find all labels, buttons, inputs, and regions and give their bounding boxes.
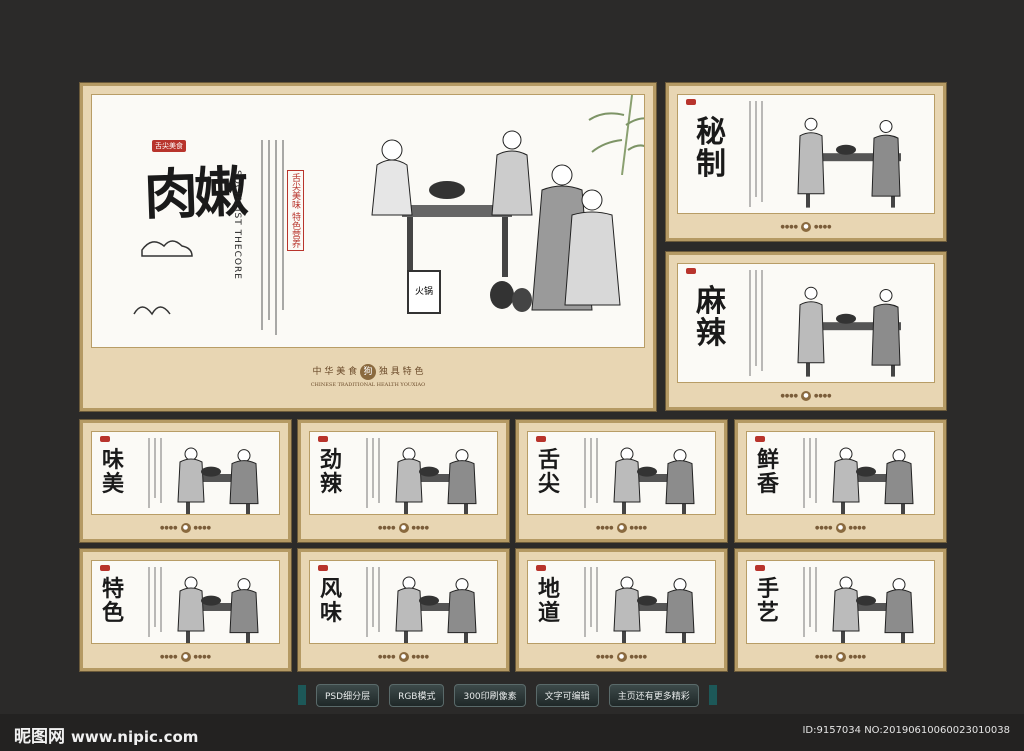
thumb-tag	[755, 565, 766, 571]
thumb-footer: ●●●● ● ●●●●	[160, 523, 211, 533]
toolbar-right-cap	[708, 685, 717, 705]
image-id: ID:9157034 NO:20190610060023010038	[802, 725, 1010, 736]
poster-thumb-canvas: 劲辣	[309, 431, 498, 515]
thumb-scene-illustration	[177, 576, 259, 643]
thumb-title: 特色	[102, 576, 125, 626]
thumb-seal: ●	[180, 652, 191, 662]
thumb-tag	[318, 565, 329, 571]
tag-label: 舌尖美食	[152, 140, 186, 152]
thumb-scene-illustration	[797, 286, 901, 377]
feature-psd-button[interactable]: PSD细分层	[316, 683, 380, 707]
poster-main: 舌尖美食 肉嫩 SOCIALIST THECORE 舌尖美味 特色营养 火锅 中…	[80, 83, 656, 411]
main-footer: 中 华 美 食 狗 独 具 特 色 CHINESE TRADITIONAL HE…	[83, 354, 653, 400]
poster-thumb: 特色 ●●●● ● ●●●●	[80, 549, 291, 671]
thumb-footer: ●●●● ● ●●●●	[780, 222, 832, 232]
thumb-title: 劲辣	[320, 447, 343, 497]
thumb-tag	[536, 436, 547, 442]
footer-seal: 狗	[360, 364, 376, 380]
thumb-scene-illustration	[395, 447, 477, 514]
thumb-title: 秘制	[696, 115, 726, 182]
cloud-ornament	[141, 240, 193, 257]
footer-sub: CHINESE TRADITIONAL HEALTH YOUXIAO	[310, 382, 426, 388]
nipic-logo-text: 昵图网	[14, 727, 65, 747]
thumb-seal: ●	[180, 523, 191, 533]
thumb-seal: ●	[835, 652, 846, 662]
thumb-footer: ●●●● ● ●●●●	[780, 391, 832, 401]
thumb-seal: ●	[801, 222, 811, 232]
thumb-seal: ●	[398, 652, 409, 662]
thumb-tag	[100, 436, 111, 442]
hotpot-sign: 火锅	[407, 270, 441, 314]
poster-thumb: 麻辣 ●●●● ● ●●●●	[666, 252, 946, 410]
poster-thumb-canvas: 鲜香	[746, 431, 935, 515]
footer-left: 中 华 美 食	[312, 367, 358, 377]
poster-thumb-canvas: 舌尖	[527, 431, 716, 515]
wave-ornament	[133, 306, 171, 316]
poster-thumb: 风味 ●●●● ● ●●●●	[298, 549, 509, 671]
thumb-title: 鲜香	[757, 447, 780, 497]
footer-right: 独 具 特 色	[378, 367, 424, 377]
poster-main-canvas: 舌尖美食 肉嫩 SOCIALIST THECORE 舌尖美味 特色营养 火锅	[91, 94, 645, 348]
poster-thumb: 味美 ●●●● ● ●●●●	[80, 420, 291, 542]
vertical-slogan: SOCIALIST THECORE	[232, 170, 242, 280]
thumb-scene-illustration	[832, 447, 914, 514]
poster-thumb-canvas: 地道	[527, 560, 716, 644]
thumb-title: 手艺	[757, 576, 780, 626]
thumb-tag	[318, 436, 329, 442]
poster-thumb-canvas: 风味	[309, 560, 498, 644]
feature-editable-button[interactable]: 文字可编辑	[535, 683, 599, 707]
thumb-title: 地道	[538, 576, 561, 626]
thumb-seal: ●	[398, 523, 409, 533]
toolbar-left-cap	[298, 685, 306, 705]
feature-toolbar: PSD细分层 RGB模式 300印刷像素 文字可编辑 主页还有更多精彩	[298, 683, 728, 707]
thumb-footer: ●●●● ● ●●●●	[378, 652, 429, 662]
body-text-block	[261, 140, 284, 335]
thumb-seal: ●	[835, 523, 846, 533]
feature-more-button[interactable]: 主页还有更多精彩	[608, 683, 699, 707]
poster-thumb-canvas: 特色	[91, 560, 280, 644]
nipic-logo[interactable]: 昵图网 www.nipic.com	[14, 722, 198, 747]
thumb-seal: ●	[616, 523, 627, 533]
poster-thumb: 舌尖 ●●●● ● ●●●●	[516, 420, 727, 542]
thumb-footer: ●●●● ● ●●●●	[378, 523, 429, 533]
poster-thumb-canvas: 麻辣	[677, 263, 935, 383]
thumb-footer: ●●●● ● ●●●●	[596, 523, 647, 533]
thumb-title: 舌尖	[538, 447, 561, 497]
poster-thumb: 手艺 ●●●● ● ●●●●	[735, 549, 946, 671]
thumb-scene-illustration	[797, 117, 901, 208]
thumb-scene-illustration	[395, 576, 477, 643]
poster-thumb: 鲜香 ●●●● ● ●●●●	[735, 420, 946, 542]
thumb-footer: ●●●● ● ●●●●	[596, 652, 647, 662]
thumb-tag	[536, 565, 547, 571]
feature-rgb-button[interactable]: RGB模式	[389, 683, 445, 707]
thumb-scene-illustration	[613, 447, 695, 514]
nipic-url: www.nipic.com	[71, 728, 199, 746]
thumb-footer: ●●●● ● ●●●●	[815, 523, 866, 533]
thumb-title: 麻辣	[696, 284, 726, 351]
dining-scene-illustration	[371, 130, 621, 312]
poster-thumb: 地道 ●●●● ● ●●●●	[516, 549, 727, 671]
poster-thumb: 秘制 ●●●● ● ●●●●	[666, 83, 946, 241]
poster-thumb: 劲辣 ●●●● ● ●●●●	[298, 420, 509, 542]
thumb-text-lines	[749, 101, 763, 207]
thumb-seal: ●	[801, 391, 811, 401]
thumb-tag	[755, 436, 766, 442]
thumb-footer: ●●●● ● ●●●●	[160, 652, 211, 662]
thumb-scene-illustration	[832, 576, 914, 643]
thumb-tag	[686, 268, 697, 274]
thumb-tag	[100, 565, 111, 571]
thumb-footer: ●●●● ● ●●●●	[815, 652, 866, 662]
thumb-seal: ●	[616, 652, 627, 662]
thumb-scene-illustration	[177, 447, 259, 514]
thumb-text-lines	[749, 270, 763, 376]
thumb-title: 味美	[102, 447, 125, 497]
poster-thumb-canvas: 味美	[91, 431, 280, 515]
thumb-tag	[686, 99, 697, 105]
feature-dpi-button[interactable]: 300印刷像素	[454, 683, 526, 707]
thumb-scene-illustration	[613, 576, 695, 643]
poster-thumb-canvas: 手艺	[746, 560, 935, 644]
hotpot-sign-label: 火锅	[414, 287, 433, 297]
poster-thumb-canvas: 秘制	[677, 94, 935, 214]
thumb-title: 风味	[320, 576, 343, 626]
